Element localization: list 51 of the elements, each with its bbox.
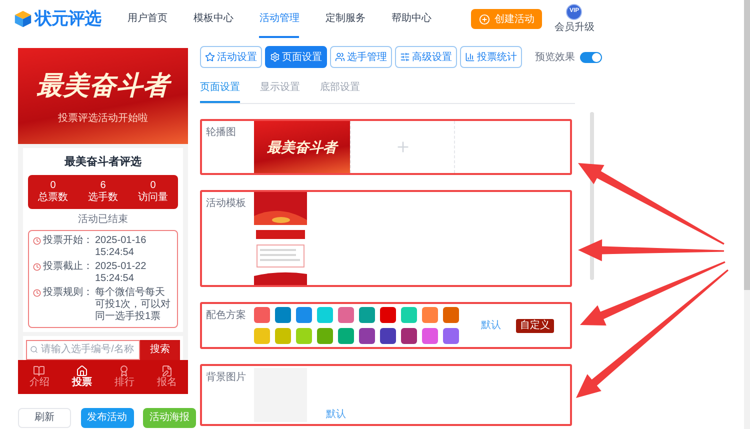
section-label: 轮播图 <box>205 126 237 140</box>
info-label: 投票规则： <box>43 286 93 298</box>
info-label: 投票截止： <box>43 260 93 272</box>
action-button[interactable]: 刷新 <box>18 408 71 428</box>
stat-label: 访问量 <box>138 192 168 204</box>
nav-link[interactable]: 定制服务 <box>325 0 366 38</box>
stat-value: 6 <box>100 180 106 192</box>
bottom-tab[interactable]: 排行 <box>103 360 146 394</box>
default-link[interactable]: 默认 <box>481 318 501 333</box>
bottom-tab[interactable]: 介绍 <box>18 360 60 394</box>
toolbar-tab[interactable]: 选手管理 <box>330 46 392 68</box>
bottom-tab[interactable]: 投票 <box>60 360 103 394</box>
sub-tab[interactable]: 底部设置 <box>320 80 360 103</box>
action-button[interactable]: 发布活动 <box>80 408 134 428</box>
search-field[interactable]: 请输入选手编号/名称 <box>26 340 140 360</box>
action-button[interactable]: 活动海报 <box>143 408 196 428</box>
stat-label: 总票数 <box>38 192 68 204</box>
nav-link[interactable]: 模板中心 <box>193 0 234 38</box>
preview-toggle-label: 预览效果 <box>534 50 575 64</box>
create-activity-button[interactable]: 创建活动 <box>471 9 542 29</box>
info-label: 投票开始： <box>43 234 93 246</box>
logo-text: 状元评选 <box>35 8 102 30</box>
toolbar-tab[interactable]: 活动设置 <box>200 46 262 68</box>
section-label: 配色方案 <box>205 308 247 323</box>
carousel-thumbnail[interactable]: 最美奋斗者 <box>254 121 350 173</box>
default-link[interactable]: 默认 <box>326 407 346 422</box>
nav-link[interactable]: 帮助中心 <box>391 0 432 38</box>
info-value: 2025-01-22 15:24:54 <box>95 260 148 284</box>
stat-label: 选手数 <box>88 192 118 204</box>
sub-tab[interactable]: 显示设置 <box>260 80 300 103</box>
member-upgrade-label[interactable]: 会员升级 <box>554 20 594 34</box>
toolbar-tab[interactable]: 投票统计 <box>460 46 522 68</box>
toolbar-tab[interactable]: 高级设置 <box>395 46 457 68</box>
info-value: 2025-01-16 15:24:54 <box>95 234 148 258</box>
toolbar-tab[interactable]: 页面设置 <box>265 46 327 68</box>
bottom-tab[interactable]: 报名 <box>146 360 188 394</box>
banner-title: 最美奋斗者 <box>36 69 170 102</box>
event-title: 最美奋斗者评选 <box>64 154 142 170</box>
event-status: 活动已结束 <box>78 212 128 226</box>
section-label: 背景图片 <box>205 370 247 385</box>
search-button[interactable]: 搜索 <box>140 340 180 360</box>
info-value: 每个微信号每天可投1次，可以对同一选手投1票 <box>95 286 172 322</box>
custom-button[interactable]: 自定义 <box>516 318 554 332</box>
section-label: 活动模板 <box>205 196 247 211</box>
banner-subtitle: 投票评选活动开始啦 <box>58 112 148 126</box>
thumbnail-title: 最美奋斗者 <box>267 138 337 156</box>
stat-value: 0 <box>150 180 156 192</box>
nav-link[interactable]: 用户首页 <box>127 0 168 38</box>
sub-tab[interactable]: 页面设置 <box>200 80 240 103</box>
stat-value: 0 <box>50 180 56 192</box>
nav-link[interactable]: 活动管理 <box>259 0 300 38</box>
